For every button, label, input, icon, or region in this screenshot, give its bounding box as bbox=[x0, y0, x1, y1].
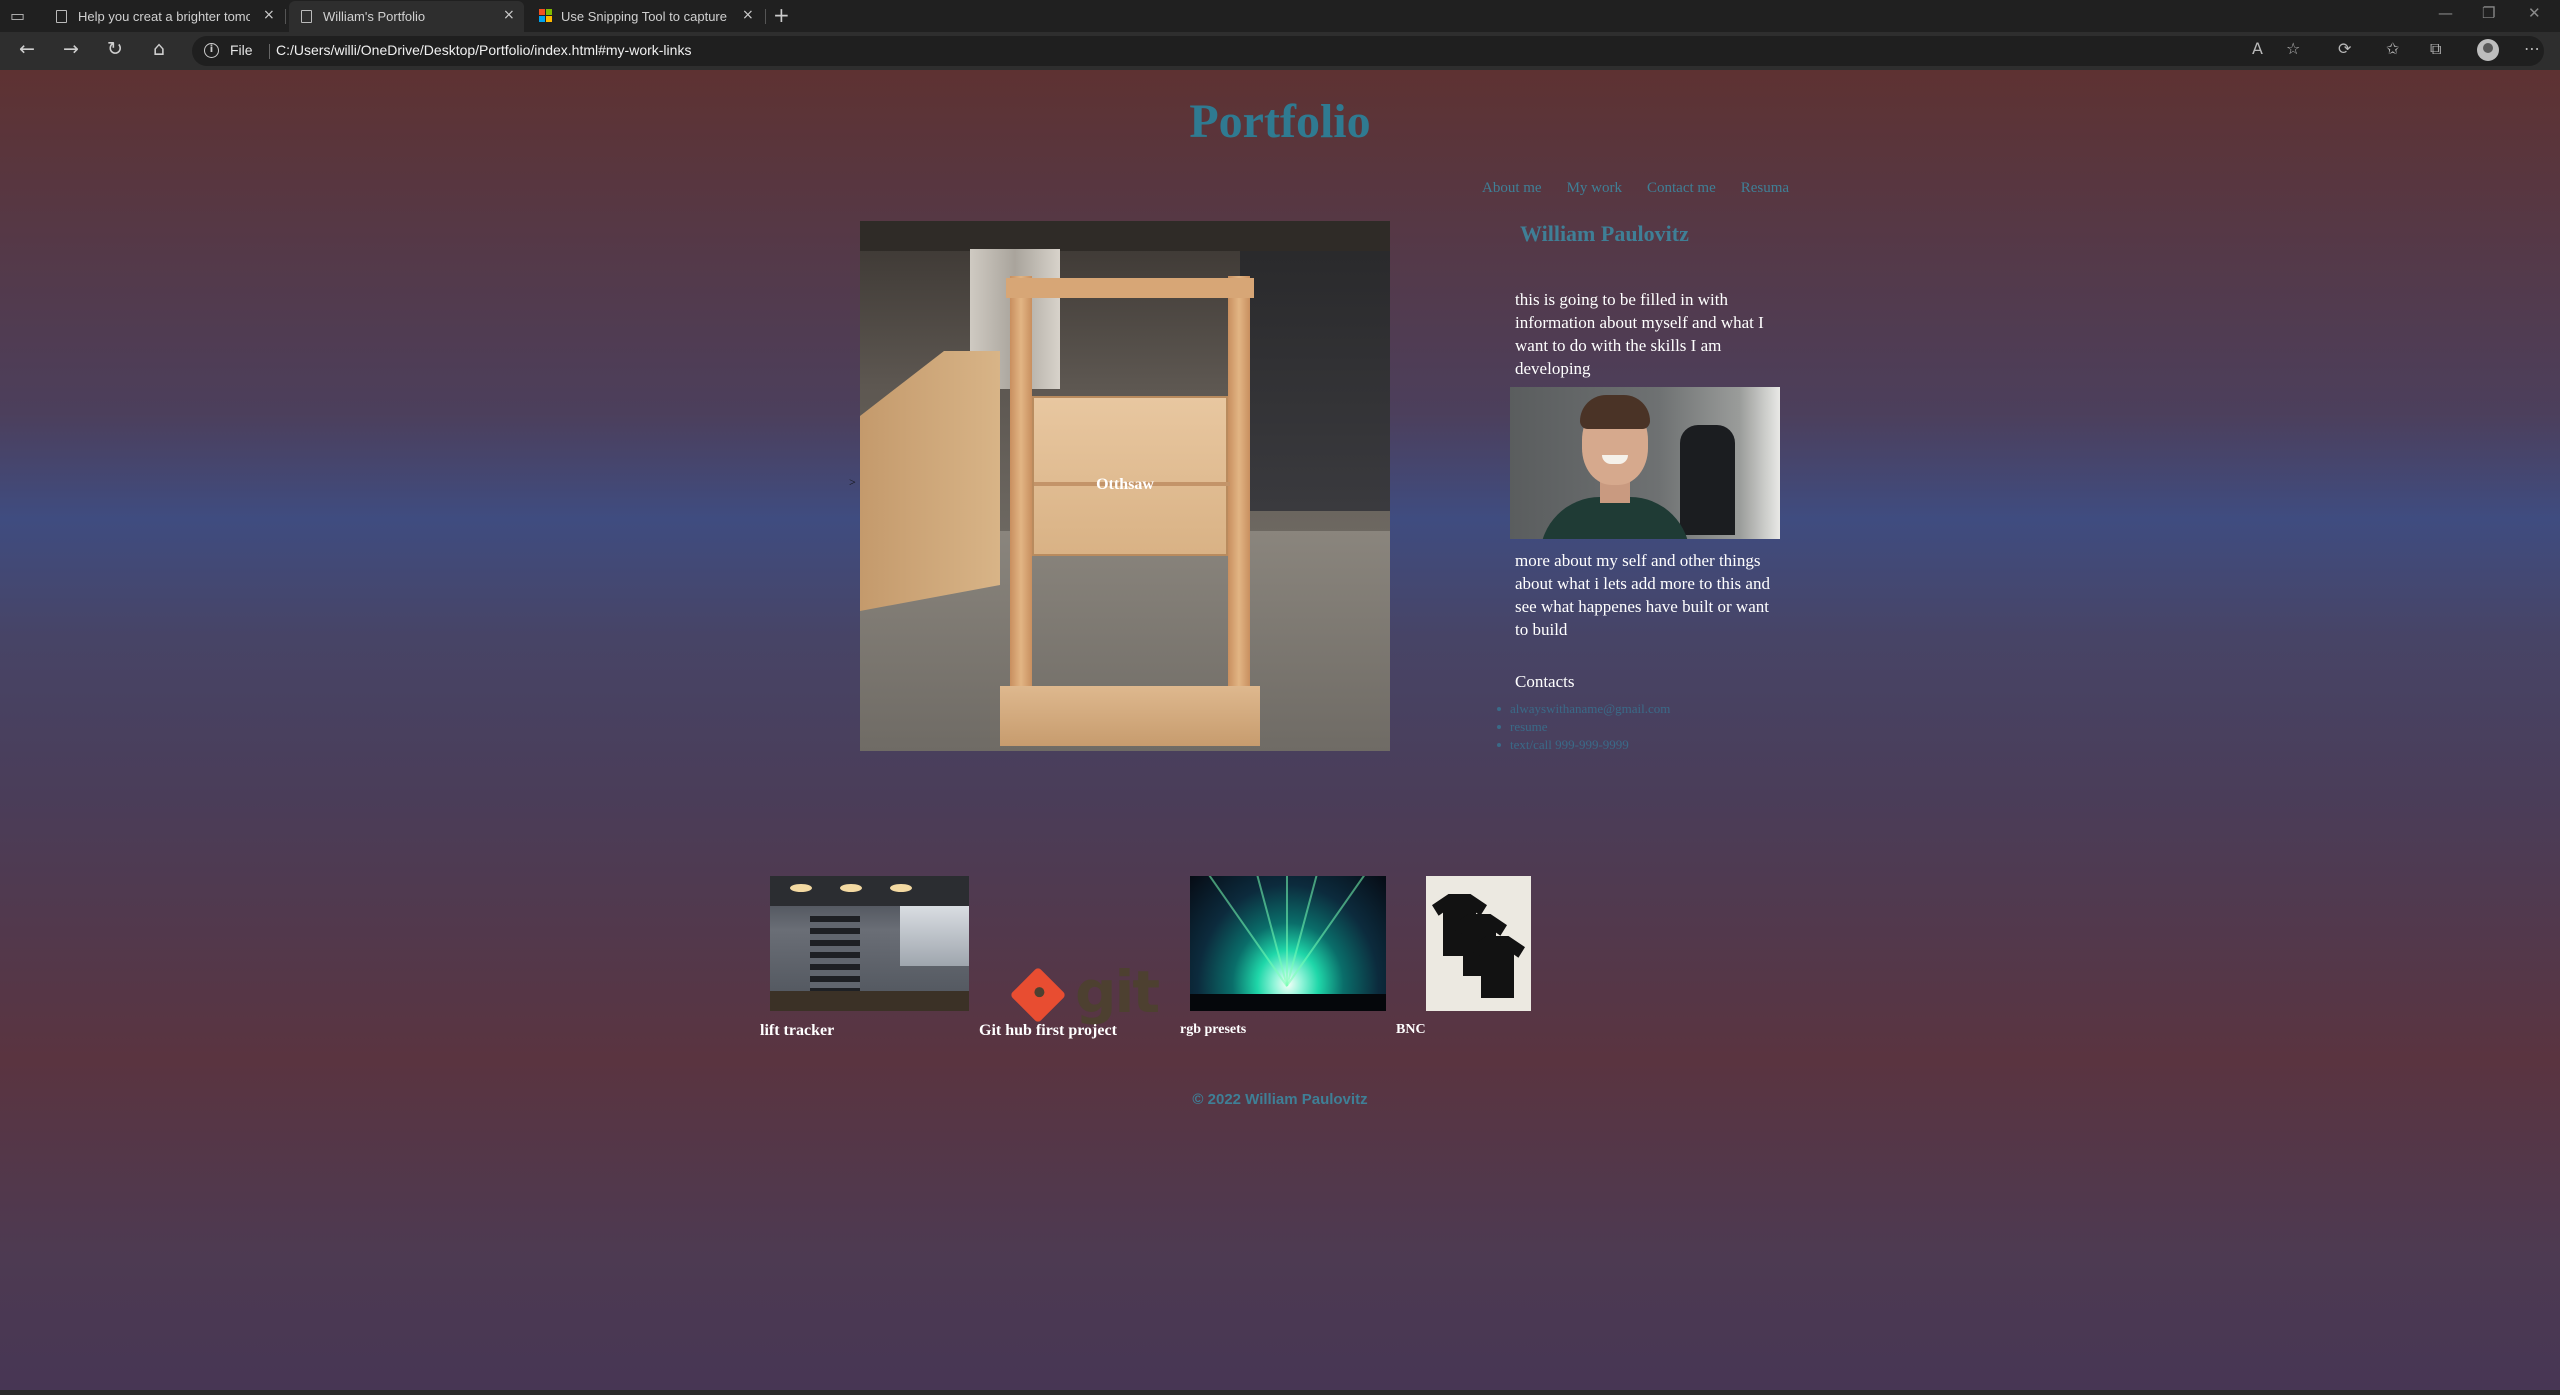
bnc-image[interactable] bbox=[1426, 876, 1531, 1011]
site-nav: About me My work Contact me Resuma bbox=[1482, 180, 1814, 197]
contacts-list: alwayswithaname@gmail.com resume text/ca… bbox=[1496, 700, 1670, 754]
hero-marker: > bbox=[849, 475, 856, 489]
nav-about-me[interactable]: About me bbox=[1482, 180, 1542, 197]
project-label-rgb-presets[interactable]: rgb presets bbox=[1180, 1022, 1246, 1038]
page-footer: © 2022 William Paulovitz bbox=[1192, 1091, 1368, 1108]
back-icon[interactable]: ← bbox=[14, 38, 40, 60]
new-tab-icon[interactable]: + bbox=[773, 3, 790, 27]
close-tab-icon[interactable]: × bbox=[742, 7, 754, 23]
tab-divider bbox=[765, 9, 766, 24]
info-icon[interactable]: i bbox=[204, 43, 219, 58]
more-menu-icon[interactable]: ⋯ bbox=[2524, 39, 2540, 58]
contact-phone-link[interactable]: text/call 999-999-9999 bbox=[1496, 736, 1670, 754]
hero-caption: Otthsaw bbox=[1096, 476, 1154, 493]
nav-resume[interactable]: Resuma bbox=[1741, 180, 1789, 197]
scheme-label: File bbox=[230, 42, 253, 58]
tab-portfolio[interactable]: William's Portfolio × bbox=[289, 1, 524, 32]
tab-help[interactable]: Help you creat a brighter tomorrow × bbox=[44, 1, 282, 32]
minimize-icon[interactable]: — bbox=[2438, 4, 2453, 22]
page-content: Portfolio About me My work Contact me Re… bbox=[0, 70, 2560, 1390]
microsoft-icon bbox=[539, 9, 553, 23]
author-name: William Paulovitz bbox=[1520, 221, 1689, 246]
lift-tracker-image[interactable] bbox=[770, 876, 969, 1011]
project-label-github[interactable]: Git hub first project bbox=[979, 1022, 1117, 1040]
rgb-presets-image[interactable] bbox=[1190, 876, 1386, 1011]
page-icon bbox=[301, 10, 312, 23]
page-icon bbox=[56, 10, 67, 23]
restore-icon[interactable]: ❐ bbox=[2482, 4, 2495, 22]
contact-resume-link[interactable]: resume bbox=[1496, 718, 1670, 736]
site-title: Portfolio bbox=[1189, 95, 1371, 148]
tab-bar: ▭ Help you creat a brighter tomorrow × W… bbox=[0, 0, 2560, 32]
address-divider bbox=[269, 44, 270, 59]
tab-title: Help you creat a brighter tomorrow bbox=[78, 9, 250, 24]
refresh-extension-icon[interactable]: ⟳ bbox=[2338, 39, 2351, 58]
browser-toolbar: ← → ↻ ⌂ i File C:/Users/willi/OneDrive/D… bbox=[0, 32, 2560, 70]
hero-image: Otthsaw bbox=[860, 221, 1390, 751]
window-bottom-edge bbox=[0, 1390, 2560, 1395]
tab-actions-icon[interactable]: ▭ bbox=[10, 6, 36, 26]
close-tab-icon[interactable]: × bbox=[503, 7, 515, 23]
contact-email-link[interactable]: alwayswithaname@gmail.com bbox=[1496, 700, 1670, 718]
collections-icon[interactable]: ⧉ bbox=[2430, 39, 2441, 59]
forward-icon[interactable]: → bbox=[58, 38, 84, 60]
home-icon[interactable]: ⌂ bbox=[146, 38, 172, 60]
tab-title: William's Portfolio bbox=[323, 9, 426, 24]
close-window-icon[interactable]: ✕ bbox=[2528, 4, 2541, 22]
git-logo-text: git bbox=[1075, 958, 1160, 1026]
nav-contact-me[interactable]: Contact me bbox=[1647, 180, 1716, 197]
add-favorite-icon[interactable]: ☆ bbox=[2286, 39, 2300, 58]
read-aloud-icon[interactable]: A bbox=[2252, 39, 2263, 58]
address-bar[interactable]: i File C:/Users/willi/OneDrive/Desktop/P… bbox=[192, 36, 2544, 66]
tab-snipping-tool[interactable]: Use Snipping Tool to capture screenshots… bbox=[527, 1, 763, 32]
project-label-bnc[interactable]: BNC bbox=[1396, 1022, 1426, 1038]
nav-my-work[interactable]: My work bbox=[1567, 180, 1622, 197]
project-label-lift-tracker[interactable]: lift tracker bbox=[760, 1022, 834, 1040]
url-text[interactable]: C:/Users/willi/OneDrive/Desktop/Portfoli… bbox=[276, 42, 691, 58]
tab-divider bbox=[285, 9, 286, 24]
profile-avatar[interactable] bbox=[2477, 39, 2499, 61]
favorites-icon[interactable]: ✩ bbox=[2386, 39, 2399, 58]
close-tab-icon[interactable]: × bbox=[263, 7, 275, 23]
reload-icon[interactable]: ↻ bbox=[102, 38, 128, 60]
profile-photo bbox=[1510, 387, 1780, 539]
git-icon bbox=[1009, 966, 1067, 1024]
intro-text: this is going to be filled in with infor… bbox=[1515, 290, 1764, 378]
contacts-heading: Contacts bbox=[1515, 672, 1575, 691]
more-about-text: more about my self and other things abou… bbox=[1515, 551, 1770, 639]
tab-title: Use Snipping Tool to capture screenshots bbox=[561, 9, 731, 24]
